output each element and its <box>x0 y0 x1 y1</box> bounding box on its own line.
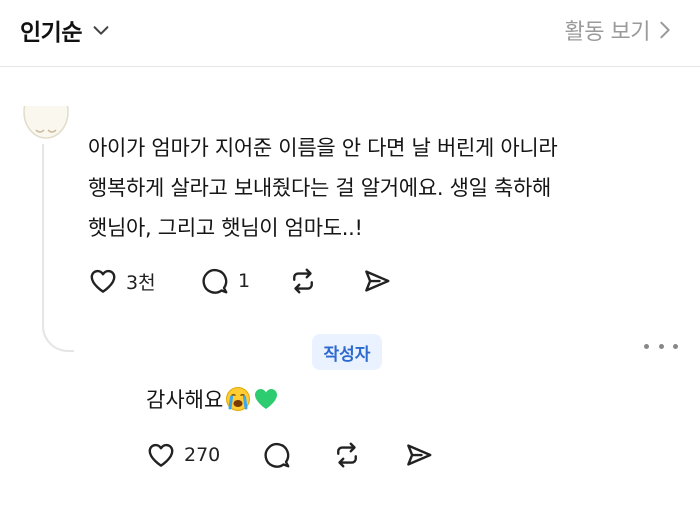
send-icon <box>407 444 432 466</box>
repost-icon <box>293 268 313 294</box>
view-activity-button[interactable]: 활동 보기 <box>565 14 672 46</box>
share-button[interactable] <box>362 266 392 296</box>
comment-text: 아이가 엄마가 지어준 이름을 안 다면 날 버린게 아니라 행복하게 살라고 … <box>88 128 648 248</box>
author-badge-label: 작성자 <box>323 344 371 365</box>
view-activity-label: 활동 보기 <box>564 20 651 45</box>
like-count: 270 <box>184 444 221 466</box>
heart-icon <box>148 443 174 467</box>
comment-actions: 3천 1 <box>88 266 392 296</box>
comment-count: 1 <box>238 270 251 292</box>
like-button[interactable]: 3천 <box>88 266 200 296</box>
like-count: 3천 <box>126 271 156 294</box>
speech-bubble-icon <box>264 442 290 468</box>
reply-button[interactable]: 1 <box>200 266 288 296</box>
reply-button[interactable] <box>262 440 332 470</box>
sort-label: 인기순 <box>20 20 82 46</box>
repost-button[interactable] <box>288 266 362 296</box>
chevron-right-icon <box>660 21 670 39</box>
more-options-button[interactable] <box>644 334 678 358</box>
reply-actions: 270 <box>146 440 434 470</box>
header-bar: 인기순 활동 보기 <box>0 0 700 67</box>
comment-line: 햇님아, 그리고 햇님이 엄마도..! <box>88 216 363 240</box>
reply-text: 감사해요 <box>146 384 279 414</box>
more-dot <box>644 343 649 349</box>
avatar[interactable] <box>22 106 70 140</box>
reply-text-body: 감사해요 <box>146 388 224 412</box>
more-dot <box>673 343 678 349</box>
loudly-crying-face-icon <box>226 387 251 411</box>
author-badge: 작성자 <box>312 334 382 370</box>
repost-icon <box>337 442 357 468</box>
send-icon <box>365 270 390 292</box>
share-button[interactable] <box>404 440 434 470</box>
more-dot <box>658 343 664 349</box>
sort-dropdown[interactable]: 인기순 <box>20 14 112 46</box>
speech-bubble-icon <box>202 268 228 294</box>
heart-icon <box>90 269 116 293</box>
repost-button[interactable] <box>332 440 404 470</box>
like-button[interactable]: 270 <box>146 440 262 470</box>
thread-line <box>42 144 74 352</box>
comment-line: 행복하게 살라고 보내줬다는 걸 알거에요. 생일 축하해 <box>88 176 552 200</box>
green-heart-icon <box>255 389 278 409</box>
chevron-down-icon <box>93 26 109 35</box>
comment-line: 아이가 엄마가 지어준 이름을 안 다면 날 버린게 아니라 <box>88 136 558 160</box>
